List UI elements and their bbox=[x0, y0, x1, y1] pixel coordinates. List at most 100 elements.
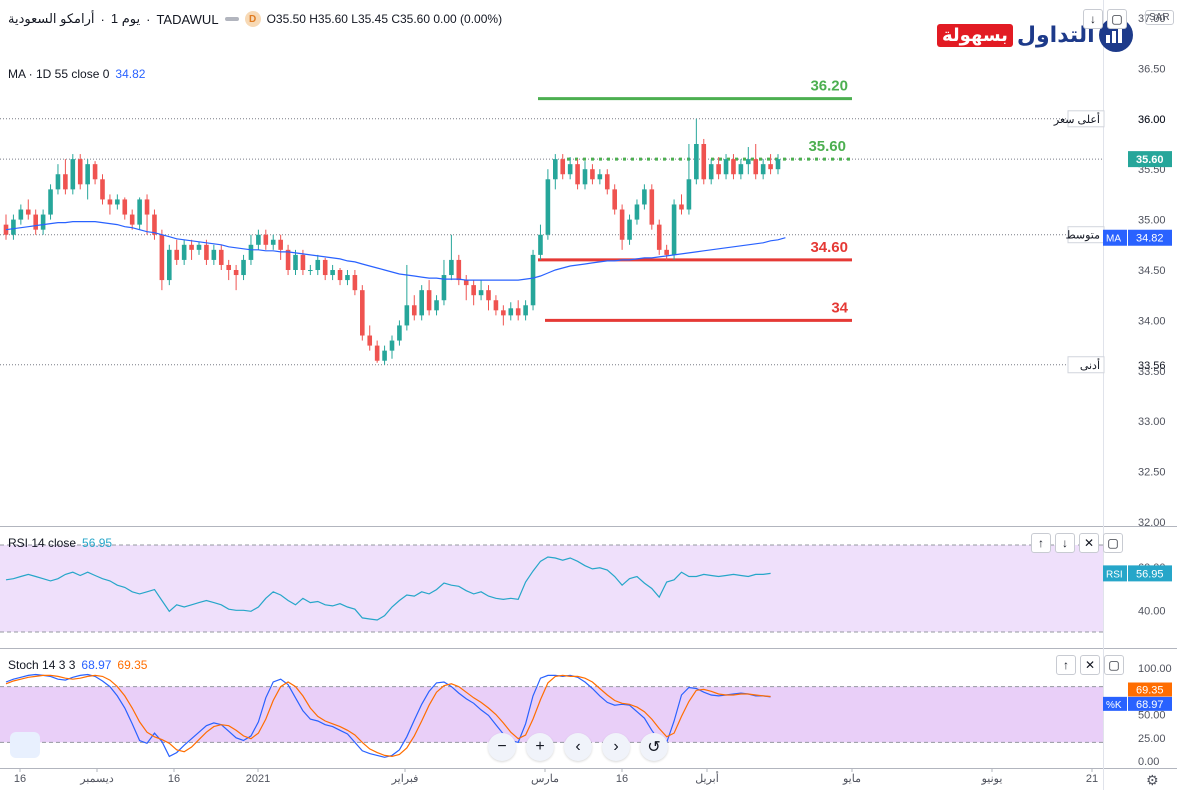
candle-body bbox=[92, 164, 98, 180]
logo-red-text: بسهولة bbox=[937, 23, 1013, 47]
candle-body bbox=[515, 308, 521, 316]
candle-body bbox=[278, 239, 283, 250]
time-tick-label: مارس bbox=[531, 773, 559, 785]
candle-body bbox=[248, 244, 254, 260]
candle-body bbox=[55, 174, 61, 190]
candle-body bbox=[300, 254, 306, 270]
candle-body bbox=[397, 325, 402, 341]
candle-body bbox=[337, 270, 343, 281]
price-tick-label: 36.50 bbox=[1138, 63, 1166, 75]
candle-body bbox=[322, 259, 328, 276]
candle-body bbox=[664, 249, 669, 255]
candle-body bbox=[523, 305, 528, 316]
rsi-maximize-button[interactable]: ▢ bbox=[1103, 533, 1123, 553]
exchange-label: TADAWUL bbox=[156, 11, 219, 27]
candle-body bbox=[486, 290, 491, 301]
symbol-name: أرامكو السعودية bbox=[8, 11, 95, 26]
current-price-tag: 35.60 bbox=[1136, 154, 1164, 166]
zoom-out-button[interactable]: − bbox=[488, 733, 516, 761]
candle-body bbox=[679, 204, 684, 210]
candle-body bbox=[107, 199, 113, 205]
candle-body bbox=[478, 290, 484, 296]
ma-legend-value: 34.82 bbox=[115, 67, 146, 81]
reset-chart-button[interactable]: ↺ bbox=[640, 733, 668, 761]
candle-body bbox=[619, 209, 625, 240]
candle-body bbox=[612, 189, 617, 210]
candle-body bbox=[48, 189, 53, 215]
time-tick-label: فبراير bbox=[391, 773, 419, 785]
candle-body bbox=[122, 199, 128, 215]
tradingview-logo-icon[interactable] bbox=[10, 732, 40, 758]
candle-body bbox=[560, 159, 566, 175]
candle-body bbox=[382, 350, 387, 361]
candle-body bbox=[582, 169, 588, 185]
avg-price-tag-label: متوسط bbox=[1065, 230, 1100, 242]
chart-canvas[interactable]: 37.0036.5036.0035.5035.0034.5034.0033.50… bbox=[0, 0, 1177, 790]
ma-legend[interactable]: MA · 1D 55 close 0 34.82 bbox=[8, 67, 145, 81]
stoch-tick-label: 100.00 bbox=[1138, 663, 1172, 675]
rsi-close-button[interactable]: ✕ bbox=[1079, 533, 1099, 553]
stoch-k-value: 68.97 bbox=[81, 658, 112, 672]
price-tick-label: 34.50 bbox=[1138, 265, 1166, 277]
low-price-tag-label: أدنى bbox=[1080, 358, 1100, 372]
main-pane-controls: ↓ ▢ bbox=[1083, 9, 1127, 29]
candle-body bbox=[218, 249, 224, 265]
candle-body bbox=[345, 275, 350, 281]
settings-gear-icon[interactable]: ⚙ bbox=[1146, 772, 1159, 789]
candle-body bbox=[575, 164, 580, 185]
candle-body bbox=[70, 159, 76, 190]
candle-body bbox=[597, 174, 603, 180]
level-label: 34 bbox=[831, 299, 848, 316]
time-tick-label: 2021 bbox=[246, 773, 270, 785]
candle-body bbox=[360, 290, 365, 336]
price-tick-label: 32.00 bbox=[1138, 517, 1166, 529]
symbol-legend[interactable]: أرامكو السعودية · يوم 1 · TADAWUL D O35.… bbox=[8, 11, 502, 27]
visibility-toggle-icon[interactable] bbox=[224, 17, 239, 21]
stoch-maximize-button[interactable]: ▢ bbox=[1104, 655, 1124, 675]
rsi-move-up-button[interactable]: ↑ bbox=[1031, 533, 1051, 553]
rsi-move-down-button[interactable]: ↓ bbox=[1055, 533, 1075, 553]
candle-body bbox=[768, 164, 773, 170]
stoch-legend[interactable]: Stoch 14 3 3 68.97 69.35 bbox=[8, 658, 147, 672]
candle-body bbox=[285, 249, 291, 270]
stoch-move-up-button[interactable]: ↑ bbox=[1056, 655, 1076, 675]
stoch-tick-label: 0.00 bbox=[1138, 756, 1159, 768]
currency-label[interactable]: SAR bbox=[1145, 10, 1174, 25]
rsi-legend[interactable]: RSI 14 close 56.95 bbox=[8, 536, 112, 550]
high-price-tag-value: 36.00 bbox=[1138, 114, 1166, 126]
candle-body bbox=[493, 300, 499, 311]
ma-badge-value: 34.82 bbox=[1136, 233, 1164, 245]
candle-body bbox=[144, 199, 150, 215]
stoch-tick-label: 50.00 bbox=[1138, 710, 1166, 722]
candle-body bbox=[463, 280, 469, 286]
scroll-right-button[interactable]: › bbox=[602, 733, 630, 761]
stoch-close-button[interactable]: ✕ bbox=[1080, 655, 1100, 675]
candle-body bbox=[196, 244, 202, 250]
rsi-badge-value: 56.95 bbox=[1136, 568, 1164, 580]
candle-body bbox=[456, 259, 462, 281]
candle-body bbox=[501, 310, 506, 316]
candle-body bbox=[426, 290, 432, 311]
candle-body bbox=[753, 159, 759, 175]
move-down-button[interactable]: ↓ bbox=[1083, 9, 1103, 29]
candle-body bbox=[33, 214, 38, 230]
zoom-in-button[interactable]: + bbox=[526, 733, 554, 761]
scroll-left-button[interactable]: ‹ bbox=[564, 733, 592, 761]
candle-body bbox=[738, 164, 744, 175]
maximize-pane-button[interactable]: ▢ bbox=[1107, 9, 1127, 29]
candle-body bbox=[174, 249, 180, 260]
rsi-badge-label: RSI bbox=[1106, 569, 1123, 580]
candle-body bbox=[115, 199, 120, 205]
candle-body bbox=[181, 244, 187, 260]
candle-body bbox=[686, 179, 692, 210]
candle-body bbox=[11, 219, 16, 235]
candle-body bbox=[211, 249, 217, 260]
candle-body bbox=[567, 164, 573, 175]
candle-body bbox=[226, 264, 231, 270]
candle-body bbox=[204, 244, 209, 260]
candle-body bbox=[270, 239, 276, 245]
candle-body bbox=[367, 335, 373, 346]
time-tick-label: يونيو bbox=[981, 773, 1003, 785]
rsi-legend-value: 56.95 bbox=[82, 536, 113, 550]
time-tick-label: 16 bbox=[14, 773, 26, 785]
